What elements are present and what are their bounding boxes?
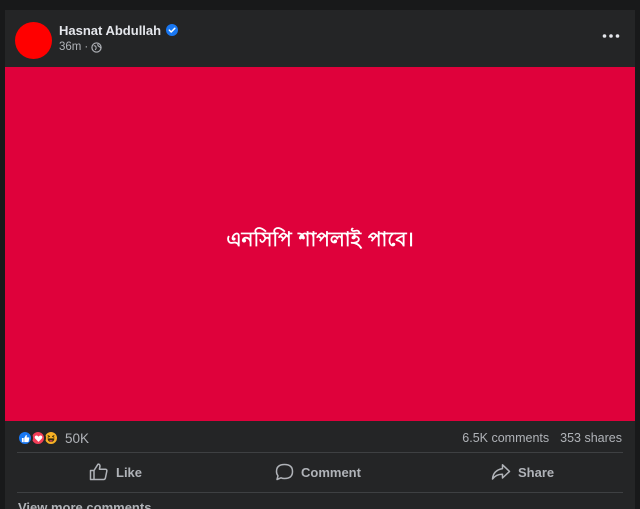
meta-separator: ·	[84, 41, 89, 53]
more-options-icon[interactable]	[601, 29, 621, 43]
post-card: Hasnat Abdullah 36m · এনসিপি শাপলাই পাবে…	[5, 10, 635, 509]
share-button[interactable]: Share	[491, 457, 554, 487]
view-more-comments-link[interactable]: View more comments	[18, 500, 151, 509]
post-image[interactable]: এনসিপি শাপলাই পাবে।	[5, 67, 635, 421]
post-meta: 36m ·	[59, 40, 102, 54]
like-icon	[17, 430, 33, 446]
engagement-counts: 6.5K comments 353 shares	[462, 428, 622, 448]
post-header: Hasnat Abdullah 36m ·	[5, 10, 635, 67]
author-row: Hasnat Abdullah	[59, 21, 179, 39]
post-timestamp[interactable]: 36m	[59, 41, 81, 53]
like-button[interactable]: Like	[89, 457, 142, 487]
thumbs-up-icon	[89, 463, 108, 481]
comment-label: Comment	[301, 464, 361, 480]
reactions-bar: 50K 6.5K comments 353 shares	[5, 428, 635, 448]
verified-badge-icon	[166, 24, 179, 36]
post-image-text: এনসিপি শাপলাই পাবে।	[226, 227, 414, 251]
comments-count[interactable]: 6.5K comments	[462, 431, 549, 445]
share-label: Share	[518, 464, 555, 480]
author-name[interactable]: Hasnat Abdullah	[59, 23, 161, 38]
comment-icon	[275, 463, 294, 481]
share-icon	[491, 464, 511, 480]
reaction-count[interactable]: 50K	[65, 431, 89, 446]
like-label: Like	[116, 464, 143, 480]
post-actions: Like Comment Share	[5, 457, 635, 487]
shares-count[interactable]: 353 shares	[560, 431, 622, 445]
reaction-summary[interactable]: 50K	[17, 428, 89, 448]
avatar[interactable]	[15, 22, 52, 59]
globe-icon[interactable]	[91, 41, 102, 53]
divider	[17, 492, 623, 493]
comment-button[interactable]: Comment	[275, 457, 361, 487]
divider	[17, 452, 623, 453]
